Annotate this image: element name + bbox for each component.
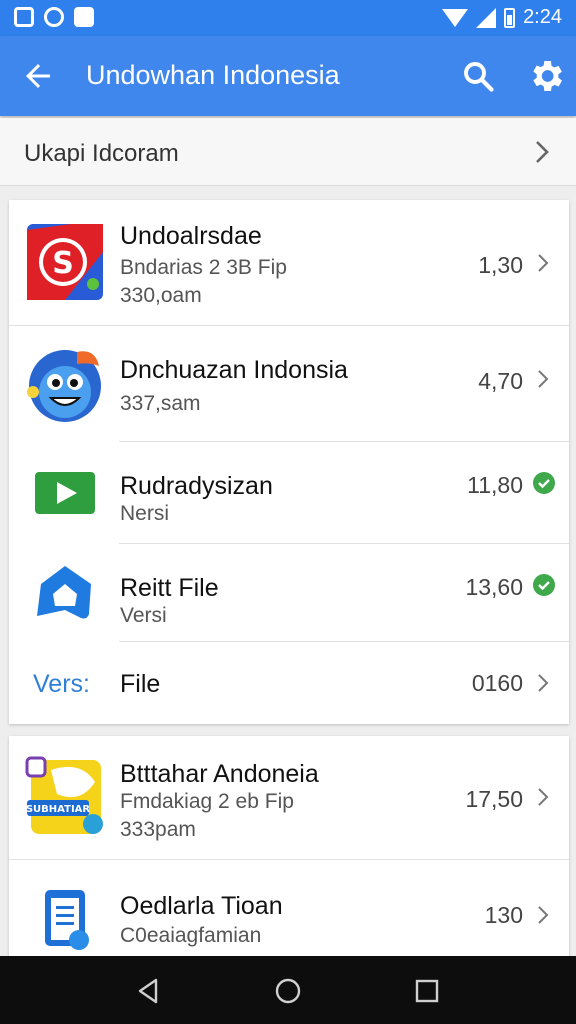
app-bar: Undowhan Indonesia (0, 36, 576, 116)
chevron-right-icon (538, 254, 549, 272)
status-bar: 2:24 (0, 0, 576, 36)
app-detail: Versi (120, 604, 167, 627)
app-name: Oedlarla Tioan (120, 892, 283, 920)
list-item[interactable]: Vers: File 0160 (9, 642, 569, 724)
app-name: Undoalrsdae (120, 222, 262, 250)
list-item[interactable]: S Undoalrsdae Bndarias 2 3B Fip 330,oam … (9, 200, 569, 326)
list-item[interactable]: SUBHATIAR Btttahar Andoneia Fmdakiag 2 e… (9, 736, 569, 860)
home-file-icon (37, 566, 91, 619)
icon-lettering: SUBHATIAR (26, 804, 91, 815)
battery-icon (504, 7, 516, 28)
search-icon[interactable] (460, 58, 496, 94)
app-name: Reitt File (120, 574, 219, 602)
gear-icon[interactable] (526, 56, 566, 96)
list-item[interactable]: Oedlarla Tioan C0eaiagfamian 130 (9, 860, 569, 966)
svg-text:S: S (52, 246, 74, 281)
chevron-right-icon (538, 788, 549, 806)
app-detail: Fmdakiag 2 eb Fip (120, 790, 294, 813)
status-time: 2:24 (523, 6, 562, 28)
app-list-card: S Undoalrsdae Bndarias 2 3B Fip 330,oam … (9, 200, 569, 724)
app-value: 13,60 (465, 574, 523, 600)
app-detail-secondary: 330,oam (120, 284, 202, 307)
chevron-right-icon (538, 370, 549, 388)
notification-app-icon (14, 7, 34, 27)
app-detail-secondary: 333pam (120, 818, 196, 841)
chevron-right-icon (538, 674, 549, 692)
system-nav-bar (0, 956, 576, 1024)
video-play-icon (35, 472, 95, 514)
app-icon-mascot (27, 350, 101, 422)
version-label: Vers: (33, 670, 90, 698)
list-item[interactable]: Dnchuazan Indonsia 337,sam 4,70 (9, 326, 569, 442)
notification-image-icon (74, 7, 94, 27)
app-value: 0160 (471, 670, 523, 696)
check-circle-icon (533, 574, 555, 596)
app-value: 130 (484, 902, 523, 928)
notification-icons (14, 7, 94, 27)
app-detail: 337,sam (120, 392, 201, 415)
nav-back-icon[interactable] (134, 976, 164, 1006)
app-name: Dnchuazan Indonsia (120, 356, 348, 384)
app-detail: Nersi (120, 502, 170, 525)
app-value: 4,70 (478, 368, 523, 394)
chevron-right-icon (538, 906, 549, 924)
app-detail: Bndarias 2 3B Fip (120, 256, 287, 279)
app-icon-s: S (27, 224, 103, 300)
list-item[interactable]: Rudradysizan Nersi 11,80 (9, 442, 569, 544)
app-name: Btttahar Andoneia (120, 760, 319, 788)
app-value: 17,50 (465, 786, 523, 812)
status-indicators: 2:24 (442, 6, 562, 29)
chevron-right-icon (536, 141, 549, 163)
breadcrumb[interactable]: Ukapi Idcoram (0, 118, 576, 186)
app-name: Rudradysizan (120, 472, 273, 500)
app-value: 11,80 (467, 472, 523, 498)
nav-recents-icon[interactable] (412, 976, 442, 1006)
notification-circle-icon (44, 7, 64, 27)
list-item[interactable]: Reitt File Versi 13,60 (9, 544, 569, 642)
signal-icon (476, 7, 497, 28)
back-arrow-icon[interactable] (20, 58, 56, 94)
check-circle-icon (533, 472, 555, 494)
page-title: Undowhan Indonesia (86, 60, 340, 90)
app-detail: C0eaiagfamian (120, 924, 262, 947)
clipboard-icon (45, 890, 89, 950)
app-list-card: SUBHATIAR Btttahar Andoneia Fmdakiag 2 e… (9, 736, 569, 966)
app-name: File (120, 670, 161, 698)
nav-home-icon[interactable] (273, 976, 303, 1006)
app-value: 1,30 (478, 252, 523, 278)
breadcrumb-label: Ukapi Idcoram (24, 140, 179, 167)
wifi-icon (442, 8, 469, 27)
app-icon-game: SUBHATIAR (25, 756, 103, 834)
